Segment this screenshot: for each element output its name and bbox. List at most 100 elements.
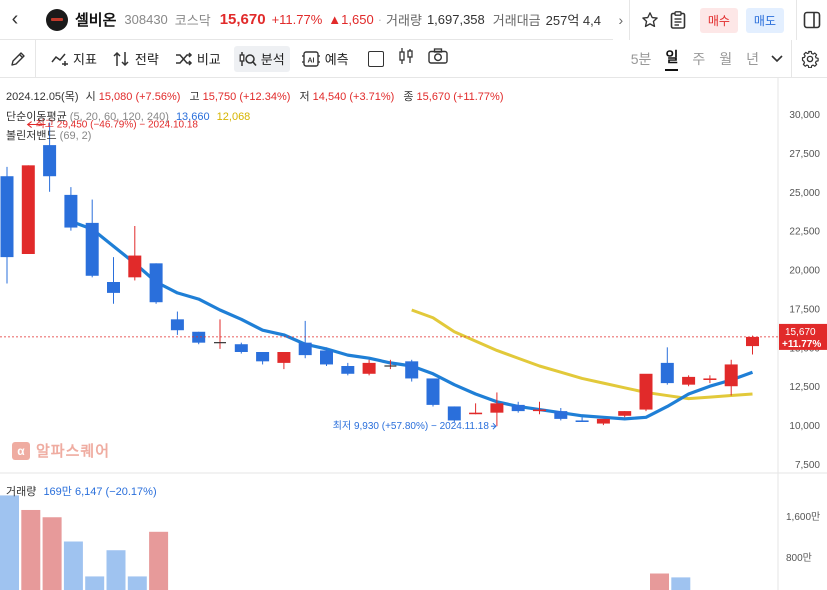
period-year[interactable]: 년 (746, 49, 759, 69)
candle-body (149, 263, 163, 303)
info-high: 15,750 (+12.34%) (202, 91, 291, 103)
candle-body (170, 319, 184, 331)
camera-icon[interactable] (427, 48, 448, 69)
candle-body (575, 420, 589, 422)
back-button[interactable]: ‹ (0, 0, 30, 40)
candle-body (277, 352, 291, 363)
info-close-label: 종 (403, 91, 414, 103)
price-chart[interactable]: 30,000 27,500 25,000 22,500 20,000 17,500 15,0… (0, 78, 827, 590)
analysis-button[interactable]: 분석 (233, 45, 290, 72)
candle (405, 359, 419, 382)
stock-name[interactable]: 셀비온 (75, 9, 116, 30)
checkbox-icon[interactable] (367, 50, 384, 67)
candle (618, 411, 632, 418)
candle-body (341, 366, 355, 374)
favorite-star-icon[interactable] (636, 0, 664, 40)
ma-info[interactable]: 단순이동평균 (5, 20, 60, 120, 240) 13,660 12,0… (6, 108, 250, 124)
indicator-button[interactable]: 지표 (46, 46, 102, 72)
candle (362, 359, 376, 376)
candle-body (703, 378, 717, 380)
candle (298, 320, 312, 359)
candle-body (554, 411, 568, 419)
candle-body (298, 342, 312, 356)
bb-params: (69, 2) (59, 130, 92, 142)
candle-body (618, 411, 632, 416)
alphasquare-logo-icon: α (12, 441, 30, 460)
chevron-left-icon: ‹ (11, 8, 19, 30)
candle (682, 375, 696, 387)
candle-body (21, 165, 35, 254)
candle (703, 375, 717, 384)
volume-bar (106, 550, 126, 590)
candle (490, 392, 504, 427)
candle-body (490, 403, 504, 413)
candle (107, 257, 120, 304)
ma-value-2: 12,068 (216, 111, 251, 123)
volume-bar (149, 531, 169, 590)
candle-body (469, 412, 483, 415)
y-tick-label: 12,500 (789, 382, 820, 393)
ma-params: (5, 20, 60, 120, 240) (69, 111, 169, 123)
moving-average-line-2 (411, 308, 753, 401)
strategy-label: 전략 (134, 52, 159, 67)
candle-body (43, 145, 57, 177)
scroll-right-icon[interactable]: › (613, 12, 629, 28)
candle-body (320, 350, 333, 365)
alphasquare-watermark: α 알파스퀘어 (12, 440, 110, 461)
y-tick-label: 22,500 (789, 227, 820, 238)
candle-body (85, 222, 99, 276)
candle-body (660, 362, 674, 384)
chart-area[interactable]: 30,000 27,500 25,000 22,500 20,000 17,500 15,0… (0, 78, 827, 590)
candle-body (511, 404, 525, 412)
indicator-label: 지표 (73, 52, 97, 67)
candle-body (107, 282, 120, 293)
candle (639, 373, 653, 412)
ai-chip-text: AI (307, 57, 314, 64)
candle (21, 165, 35, 254)
clipboard-icon[interactable] (664, 0, 692, 40)
market-name: 코스닥 (174, 13, 211, 28)
ohlc-info: 2024.12.05(목) 시 15,080 (+7.56%) 고 15,750… (6, 88, 504, 104)
candle (426, 378, 440, 407)
strategy-button[interactable]: 전략 (108, 46, 164, 72)
strategy-icon (113, 51, 129, 66)
buy-button[interactable]: 매수 (699, 7, 738, 33)
trade-amount-value: 257억 4,4 (545, 13, 601, 28)
volume-info: 거래량 169만 6,147 (−20.17%) (6, 483, 157, 499)
candle-body (128, 255, 142, 278)
compare-button[interactable]: 비교 (170, 46, 226, 72)
y-tick-label: 7,500 (795, 460, 820, 471)
candle-body (192, 331, 206, 343)
header-actions: › 매수 매도 (612, 0, 827, 40)
info-open-label: 시 (85, 91, 96, 103)
period-week[interactable]: 주 (692, 49, 705, 69)
settings-button[interactable] (791, 40, 827, 78)
volume-bar (85, 576, 105, 590)
analysis-label: 분석 (260, 52, 285, 67)
layout-toggle-icon[interactable] (797, 0, 827, 40)
candle-body (533, 409, 546, 412)
info-low-label: 저 (299, 91, 310, 103)
candle (341, 362, 355, 376)
chevron-down-icon[interactable] (771, 52, 783, 66)
candle-body (64, 194, 78, 228)
period-month[interactable]: 월 (719, 49, 732, 69)
candle-type-icon[interactable] (398, 47, 414, 70)
volume-value: 1,697,358 (426, 12, 485, 27)
candle (469, 403, 483, 415)
candle (128, 226, 142, 281)
sell-button[interactable]: 매도 (745, 7, 784, 33)
y-tick-label: 30,000 (789, 110, 820, 121)
candle-body (746, 336, 759, 347)
period-day[interactable]: 일 (665, 47, 679, 71)
bb-info[interactable]: 볼린저밴드 (69, 2) (6, 127, 91, 143)
drawing-tool-button[interactable] (0, 39, 36, 78)
volume-info-label: 거래량 (6, 486, 37, 498)
info-high-label: 고 (189, 91, 200, 103)
info-open: 15,080 (+7.56%) (98, 91, 181, 103)
volume-bar (127, 576, 147, 590)
candle (660, 347, 674, 385)
period-5min[interactable]: 5분 (631, 49, 652, 69)
candle (214, 319, 226, 349)
predict-button[interactable]: AI 예측 (296, 46, 354, 72)
